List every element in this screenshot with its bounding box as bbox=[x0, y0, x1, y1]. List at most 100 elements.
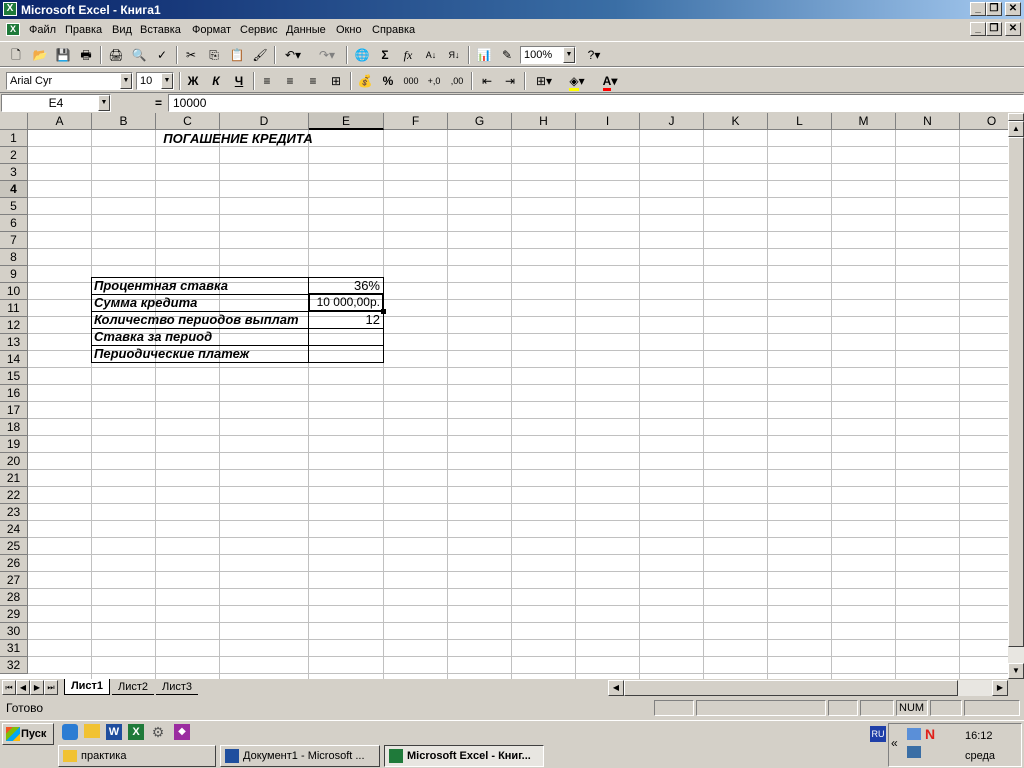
app-icon[interactable]: ◆ bbox=[174, 724, 190, 740]
scroll-right-icon[interactable]: ▶ bbox=[992, 680, 1008, 696]
row-header[interactable]: 12 bbox=[0, 317, 28, 334]
font-select[interactable]: Arial Cyr ▼ bbox=[6, 72, 133, 90]
align-center-icon[interactable]: ≡ bbox=[280, 71, 300, 91]
spelling-icon[interactable]: ✓ bbox=[152, 45, 172, 65]
column-header[interactable]: D bbox=[220, 113, 309, 130]
cut-icon[interactable]: ✂ bbox=[181, 45, 201, 65]
column-header[interactable]: E bbox=[309, 113, 384, 130]
row-header[interactable]: 9 bbox=[0, 266, 28, 283]
print-preview-icon[interactable]: 🔍 bbox=[129, 45, 149, 65]
first-sheet-icon[interactable]: ⏮ bbox=[2, 680, 16, 695]
vertical-scrollbar[interactable]: ▲ ▼ bbox=[1008, 113, 1024, 679]
doc-minimize-button[interactable]: _ bbox=[970, 22, 986, 36]
row-header[interactable]: 22 bbox=[0, 487, 28, 504]
column-header[interactable]: G bbox=[448, 113, 512, 130]
task-folder[interactable]: практика bbox=[58, 745, 216, 767]
column-header[interactable]: K bbox=[704, 113, 768, 130]
chart-wizard-icon[interactable]: 📊 bbox=[474, 45, 494, 65]
chevron-down-icon[interactable]: ▼ bbox=[161, 73, 173, 89]
name-box[interactable]: E4 ▼ bbox=[1, 94, 111, 112]
column-header[interactable]: J bbox=[640, 113, 704, 130]
chevron-down-icon[interactable]: ▼ bbox=[98, 95, 110, 111]
label-loan-amount[interactable]: Сумма кредита bbox=[94, 294, 306, 311]
font-color-icon[interactable]: A▾ bbox=[596, 71, 624, 91]
row-header[interactable]: 14 bbox=[0, 351, 28, 368]
prev-sheet-icon[interactable]: ◀ bbox=[16, 680, 30, 695]
format-painter-icon[interactable]: 🖌 bbox=[250, 45, 270, 65]
row-header[interactable]: 8 bbox=[0, 249, 28, 266]
row-header[interactable]: 2 bbox=[0, 147, 28, 164]
doc-restore-button[interactable]: ❐ bbox=[986, 22, 1002, 36]
hyperlink-icon[interactable]: 🌐 bbox=[352, 45, 372, 65]
help-icon[interactable]: ?▾ bbox=[580, 45, 608, 65]
borders-icon[interactable]: ⊞▾ bbox=[530, 71, 558, 91]
row-header[interactable]: 24 bbox=[0, 521, 28, 538]
font-size-select[interactable]: 10 ▼ bbox=[136, 72, 174, 90]
open-icon[interactable]: 📂 bbox=[30, 45, 50, 65]
scroll-down-icon[interactable]: ▼ bbox=[1008, 663, 1024, 679]
column-header[interactable]: A bbox=[28, 113, 92, 130]
column-header[interactable]: N bbox=[896, 113, 960, 130]
chevron-down-icon[interactable]: ▼ bbox=[563, 47, 575, 63]
row-header[interactable]: 23 bbox=[0, 504, 28, 521]
menu-insert[interactable]: Вставка bbox=[140, 24, 181, 36]
function-icon[interactable]: fx bbox=[398, 45, 418, 65]
row-header[interactable]: 19 bbox=[0, 436, 28, 453]
thousands-button[interactable]: 000 bbox=[401, 71, 421, 91]
workbook-icon[interactable]: X bbox=[6, 23, 20, 36]
align-left-icon[interactable]: ≡ bbox=[257, 71, 277, 91]
decrease-indent-icon[interactable]: ⇤ bbox=[477, 71, 497, 91]
label-periods[interactable]: Количество периодов выплат bbox=[94, 311, 306, 328]
menu-help[interactable]: Справка bbox=[372, 24, 415, 36]
print-icon[interactable]: 🖨 bbox=[106, 45, 126, 65]
underline-button[interactable]: Ч bbox=[229, 71, 249, 91]
word-icon[interactable]: W bbox=[106, 724, 122, 740]
horizontal-scrollbar[interactable]: ◀ ▶ bbox=[608, 680, 1008, 696]
minimize-button[interactable]: _ bbox=[970, 2, 986, 16]
undo-icon[interactable]: ↶▾ bbox=[279, 45, 307, 65]
last-sheet-icon[interactable]: ⏭ bbox=[44, 680, 58, 695]
monitor-icon[interactable] bbox=[907, 746, 921, 758]
folder-icon[interactable] bbox=[84, 724, 100, 738]
excel-app-icon[interactable]: X bbox=[3, 2, 17, 16]
menu-data[interactable]: Данные bbox=[286, 24, 326, 36]
scroll-thumb[interactable] bbox=[1008, 137, 1024, 647]
currency-icon[interactable]: 💰 bbox=[355, 71, 375, 91]
align-right-icon[interactable]: ≡ bbox=[303, 71, 323, 91]
bold-button[interactable]: Ж bbox=[183, 71, 203, 91]
menu-tools[interactable]: Сервис bbox=[240, 24, 278, 36]
zoom-select[interactable]: 100% ▼ bbox=[520, 46, 576, 64]
label-period-rate[interactable]: Ставка за период bbox=[94, 328, 306, 345]
label-payment[interactable]: Периодические платеж bbox=[94, 345, 306, 362]
language-indicator[interactable]: RU bbox=[870, 726, 886, 742]
increase-indent-icon[interactable]: ⇥ bbox=[500, 71, 520, 91]
column-header[interactable]: O bbox=[960, 113, 1008, 130]
column-header[interactable]: L bbox=[768, 113, 832, 130]
row-header[interactable]: 28 bbox=[0, 589, 28, 606]
increase-decimal-icon[interactable]: +,0 bbox=[424, 71, 444, 91]
chevron-left-icon[interactable]: « bbox=[891, 736, 898, 750]
column-header[interactable]: M bbox=[832, 113, 896, 130]
row-header[interactable]: 20 bbox=[0, 453, 28, 470]
merge-center-icon[interactable]: ⊞ bbox=[326, 71, 346, 91]
copy-icon[interactable]: ⎘ bbox=[204, 45, 224, 65]
select-all-corner[interactable] bbox=[0, 113, 28, 130]
new-icon[interactable]: 🗋 bbox=[6, 45, 26, 65]
row-header[interactable]: 11 bbox=[0, 300, 28, 317]
split-box[interactable] bbox=[1008, 113, 1024, 121]
sheet-title-cell[interactable]: ПОГАШЕНИЕ КРЕДИТА bbox=[92, 130, 384, 147]
row-header[interactable]: 17 bbox=[0, 402, 28, 419]
row-header[interactable]: 29 bbox=[0, 606, 28, 623]
paste-icon[interactable]: 📋 bbox=[227, 45, 247, 65]
column-header[interactable]: H bbox=[512, 113, 576, 130]
spreadsheet-grid[interactable]: ABCDEFGHIJKLMNO 1 2 3 4 5 6 7 8 9 10 11 12 13 14 15 16 1… bbox=[0, 113, 1008, 679]
menu-file[interactable]: Файл bbox=[29, 24, 56, 36]
row-header[interactable]: 30 bbox=[0, 623, 28, 640]
network-icon[interactable] bbox=[907, 728, 921, 740]
close-button[interactable]: ✕ bbox=[1005, 2, 1021, 16]
task-word[interactable]: Документ1 - Microsoft ... bbox=[220, 745, 380, 767]
tab-sheet3[interactable]: Лист3 bbox=[156, 680, 198, 695]
menu-view[interactable]: Вид bbox=[112, 24, 132, 36]
row-header[interactable]: 1 bbox=[0, 130, 28, 147]
row-header[interactable]: 27 bbox=[0, 572, 28, 589]
